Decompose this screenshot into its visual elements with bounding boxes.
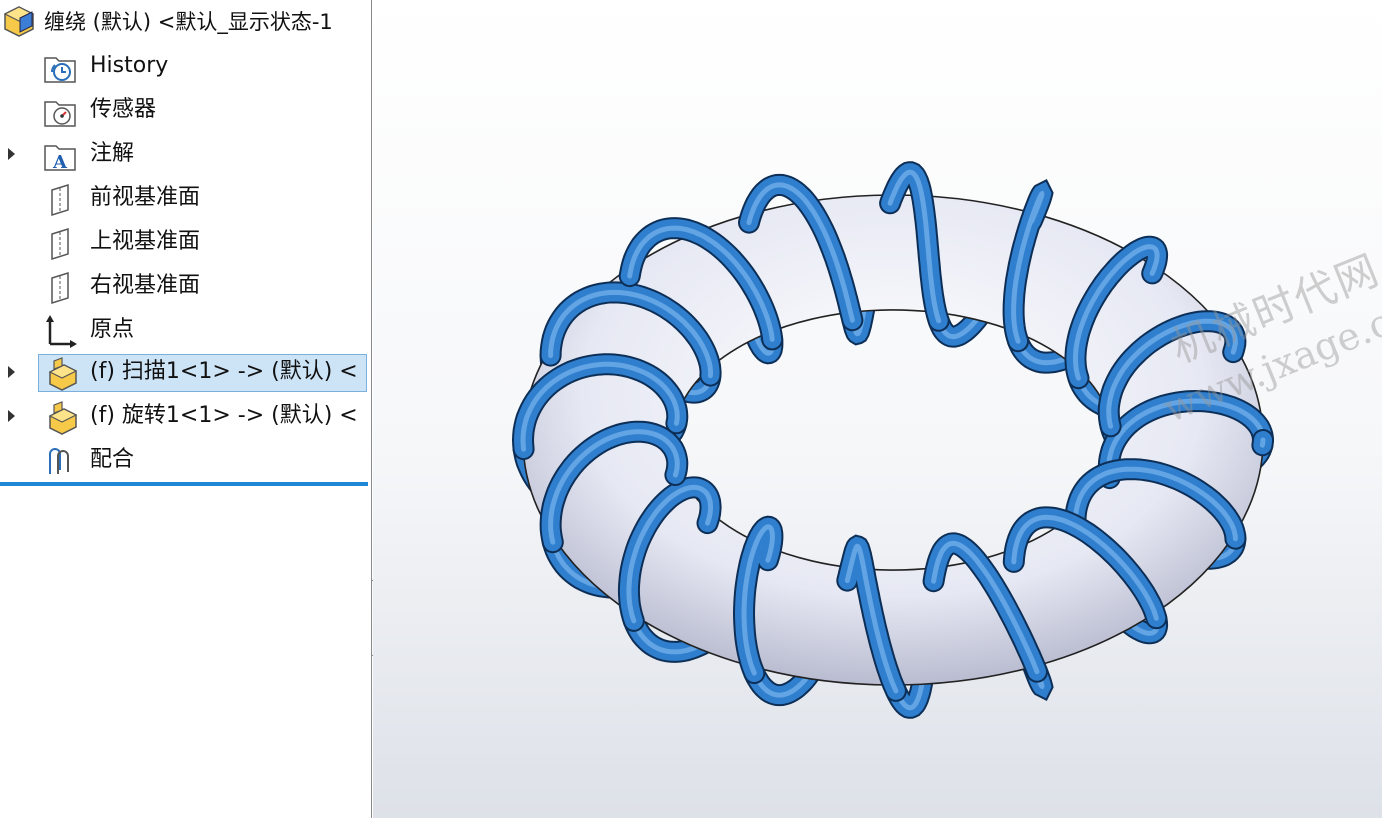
tree-item-history[interactable]: History: [0, 46, 368, 86]
feature-manager-tree: 缠绕 (默认) <默认_显示状态-1 History 传感器 A 注解 前视基准…: [0, 0, 372, 818]
tree-item-label: History: [90, 53, 169, 78]
tree-root-assembly[interactable]: 缠绕 (默认) <默认_显示状态-1: [0, 2, 368, 42]
tree-item-label: 原点: [90, 317, 135, 342]
expand-arrow-icon[interactable]: [8, 366, 15, 378]
origin-icon: [46, 315, 77, 348]
component-icon: [48, 401, 78, 435]
component-icon: [48, 357, 78, 391]
coil-torus-model[interactable]: [373, 0, 1382, 818]
tree-item-label: 右视基准面: [90, 273, 201, 298]
tree-item-mates[interactable]: 配合: [0, 440, 368, 480]
coil-segment-highlight: [1259, 437, 1266, 448]
graphics-viewport[interactable]: 机械时代网 www.jxage.com: [373, 0, 1382, 818]
tree-item-label: 配合: [90, 447, 135, 472]
tree-item-right-plane[interactable]: 右视基准面: [0, 266, 368, 306]
part-icon: [3, 6, 35, 37]
tree-item-annotations[interactable]: A 注解: [0, 134, 368, 174]
tree-item-origin[interactable]: 原点: [0, 310, 368, 350]
tree-item-label: 上视基准面: [90, 229, 201, 254]
annotation-folder-icon: A: [44, 145, 76, 173]
tree-item-label: 前视基准面: [90, 185, 201, 210]
tree-item-label: 传感器: [90, 97, 157, 122]
tree-item-sweep-component[interactable]: (f) 扫描1<1> -> (默认) <: [0, 352, 368, 392]
tree-item-sensors[interactable]: 传感器: [0, 90, 368, 130]
expand-arrow-icon[interactable]: [8, 410, 15, 422]
sensor-folder-icon: [44, 101, 76, 127]
plane-icon: [51, 271, 69, 305]
tree-item-front-plane[interactable]: 前视基准面: [0, 178, 368, 218]
mates-icon: [49, 448, 69, 474]
tree-item-revolve-component[interactable]: (f) 旋转1<1> -> (默认) <: [0, 396, 368, 436]
plane-icon: [51, 227, 69, 261]
history-folder-icon: [44, 57, 76, 83]
expand-arrow-icon[interactable]: [8, 148, 15, 160]
plane-icon: [51, 183, 69, 217]
tree-root-label: 缠绕 (默认) <默认_显示状态-1: [44, 10, 333, 34]
tree-item-label: (f) 旋转1<1> -> (默认) <: [90, 403, 358, 428]
tree-item-label: (f) 扫描1<1> -> (默认) <: [90, 359, 358, 384]
rollback-bar[interactable]: [0, 482, 368, 486]
tree-item-label: 注解: [90, 141, 135, 166]
svg-text:A: A: [52, 152, 68, 173]
tree-item-top-plane[interactable]: 上视基准面: [0, 222, 368, 262]
